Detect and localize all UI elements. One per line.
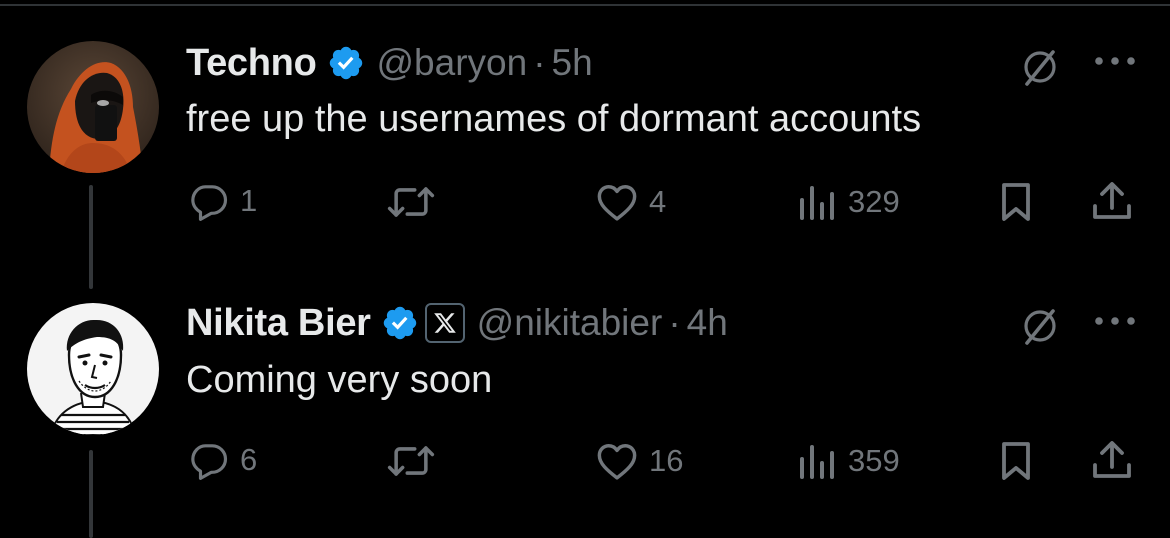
grok-icon[interactable] [1015,42,1065,92]
like-count: 16 [649,443,684,478]
views-button[interactable]: 359 [798,441,900,481]
reply-icon [191,185,228,221]
share-icon [1093,182,1131,219]
views-button[interactable]: 329 [798,182,900,222]
share-button[interactable] [1090,439,1134,483]
tweet-text: free up the usernames of dormant account… [186,98,922,140]
reply-count: 1 [240,183,258,218]
share-button[interactable] [1090,180,1134,224]
reply-icon [191,444,228,480]
heart-icon [597,444,637,480]
repost-icon [387,187,435,217]
repost-button[interactable] [385,183,437,221]
reply-button[interactable]: 6 [188,440,257,480]
avatar[interactable] [27,303,159,435]
timestamp[interactable]: 4h [687,302,728,344]
avatar[interactable] [27,41,159,173]
repost-icon [387,446,435,476]
more-options-icon[interactable] [1090,46,1140,76]
grok-icon[interactable] [1015,301,1065,351]
heart-icon [597,185,637,221]
analytics-icon [800,445,834,479]
analytics-icon [800,186,834,220]
separator: · [533,42,546,83]
sketch-portrait-avatar [27,303,159,435]
like-count: 4 [649,184,667,219]
tweet[interactable]: Nikita Bier @nikitabier · 4h Coming very… [0,297,1170,527]
x-affiliate-badge-icon[interactable] [424,303,465,343]
reply-count: 6 [240,442,258,477]
like-button[interactable]: 16 [595,441,683,481]
repost-button[interactable] [385,442,437,480]
bookmark-icon [1002,442,1030,480]
share-icon [1093,441,1131,478]
user-handle[interactable]: @baryon [377,42,528,84]
verified-badge-icon[interactable] [381,304,419,342]
verified-badge-icon[interactable] [327,44,365,82]
bookmark-button[interactable] [1000,440,1032,482]
more-options-icon[interactable] [1090,306,1140,336]
hooded-figure-avatar [27,41,159,173]
view-count: 359 [848,443,900,478]
tweet-header: Nikita Bier @nikitabier · 4h [186,298,728,348]
like-button[interactable]: 4 [595,182,666,222]
tweet-header: Techno @baryon · 5h [186,38,593,88]
separator: · [668,302,681,343]
timestamp[interactable]: 5h [552,42,593,84]
user-handle[interactable]: @nikitabier [477,302,663,344]
display-name[interactable]: Nikita Bier [186,302,371,345]
bookmark-icon [1002,183,1030,221]
view-count: 329 [848,184,900,219]
top-divider [0,4,1170,6]
bookmark-button[interactable] [1000,181,1032,223]
display-name[interactable]: Techno [186,42,317,85]
reply-button[interactable]: 1 [188,181,257,221]
tweet-text: Coming very soon [186,359,493,401]
tweet[interactable]: Techno @baryon · 5h free up the username… [0,36,1170,256]
